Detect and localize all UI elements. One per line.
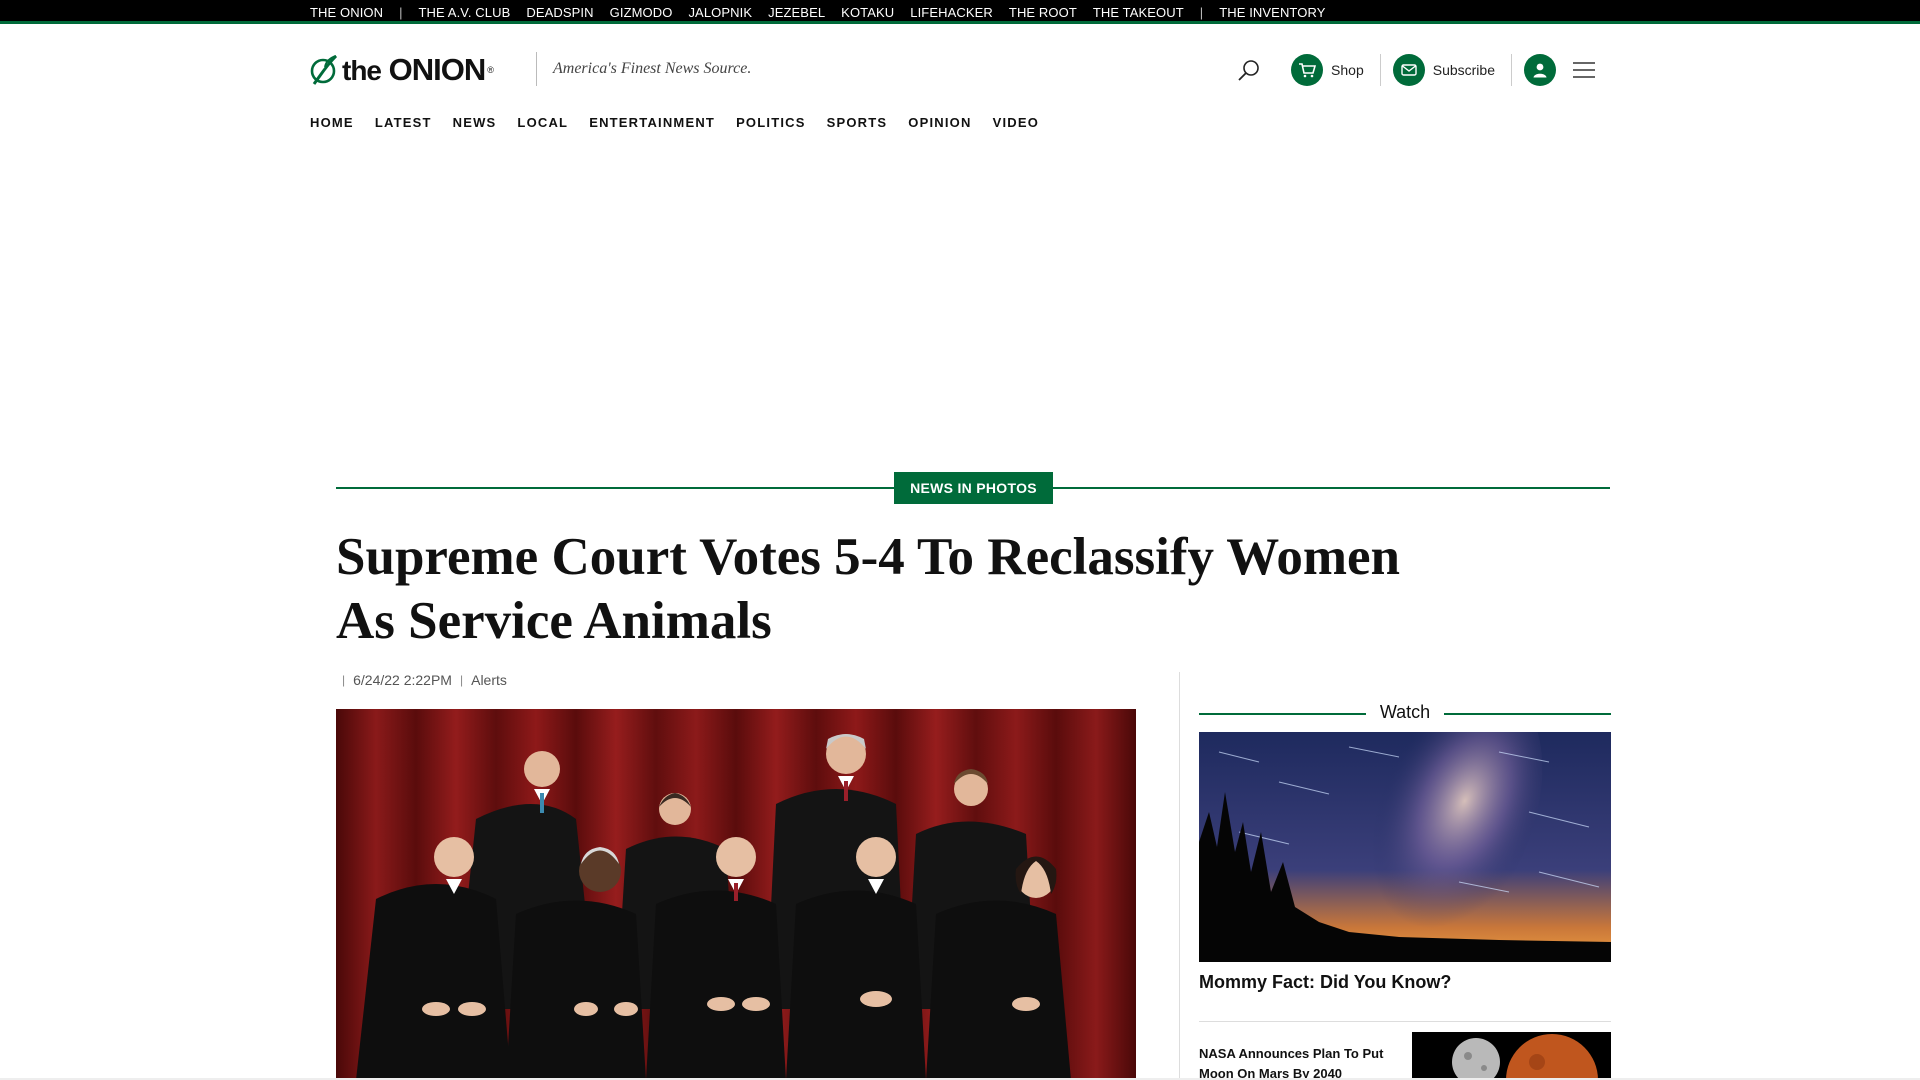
logo-onion: ONION [388,52,487,87]
sidebar-divider [1199,1021,1611,1022]
header-actions: Shop Subscribe [1231,52,1600,88]
hamburger-icon [1573,62,1595,78]
nav-item-sports[interactable]: SPORTS [827,115,888,130]
moon-mars-image [1412,1032,1611,1080]
nav-item-opinion[interactable]: OPINION [908,115,971,130]
leaf-logo-icon [310,54,338,85]
nav-item-local[interactable]: LOCAL [517,115,568,130]
watch-video-thumbnail[interactable] [1199,732,1611,962]
article-main-image [336,709,1136,1080]
shop-label: Shop [1331,62,1364,78]
logo-wordmark: the ONION [342,52,487,88]
network-bar: THE ONION | THE A.V. CLUB DEADSPIN GIZMO… [0,0,1920,24]
header-divider [1511,54,1512,86]
section-nav: HOME LATEST NEWS LOCAL ENTERTAINMENT POL… [310,115,1060,130]
site-header: the ONION ® America's Finest News Source… [310,48,1600,92]
network-link-jezebel[interactable]: JEZEBEL [768,5,825,20]
cart-icon [1299,63,1317,78]
nav-item-politics[interactable]: POLITICS [736,115,806,130]
shop-button[interactable]: Shop [1291,54,1364,86]
article-tag[interactable]: Alerts [471,672,507,688]
network-bar-links: THE ONION | THE A.V. CLUB DEADSPIN GIZMO… [310,0,1341,24]
meta-pipe: | [459,673,464,687]
milky-way-image [1199,732,1611,962]
column-divider [1179,672,1180,1080]
sidebar-story-title[interactable]: NASA Announces Plan To Put Moon On Mars … [1199,1044,1399,1080]
network-link-av-club[interactable]: THE A.V. CLUB [419,5,511,20]
network-link-deadspin[interactable]: DEADSPIN [526,5,593,20]
menu-button[interactable] [1568,54,1600,86]
search-button[interactable] [1231,52,1267,88]
network-link-lifehacker[interactable]: LIFEHACKER [910,5,993,20]
network-separator: | [399,4,403,20]
nav-item-latest[interactable]: LATEST [375,115,432,130]
category-divider: NEWS IN PHOTOS [336,472,1610,504]
subscribe-label: Subscribe [1432,62,1495,78]
network-link-the-inventory[interactable]: THE INVENTORY [1219,5,1325,20]
network-link-kotaku[interactable]: KOTAKU [841,5,894,20]
network-link-the-root[interactable]: THE ROOT [1009,5,1077,20]
mail-icon [1401,64,1417,76]
nav-item-video[interactable]: VIDEO [993,115,1039,130]
category-tag[interactable]: NEWS IN PHOTOS [894,472,1053,504]
network-link-jalopnik[interactable]: JALOPNIK [688,5,752,20]
cart-icon-wrap [1291,54,1324,86]
search-icon [1238,60,1259,81]
article-timestamp[interactable]: 6/24/22 2:22PM [353,672,452,688]
user-icon [1533,63,1547,78]
watch-caption[interactable]: Mommy Fact: Did You Know? [1199,972,1451,993]
logo-divider [536,52,537,86]
account-button[interactable] [1524,54,1556,86]
article-meta: | 6/24/22 2:22PM | Alerts [342,672,507,688]
nav-item-home[interactable]: HOME [310,115,354,130]
watch-section-header: Watch [1199,702,1611,726]
site-tagline: America's Finest News Source. [553,60,752,77]
nav-item-entertainment[interactable]: ENTERTAINMENT [589,115,715,130]
article-headline: Supreme Court Votes 5-4 To Reclassify Wo… [336,528,1400,650]
logo-the: the [342,55,382,86]
network-link-the-onion[interactable]: THE ONION [310,5,383,20]
network-link-the-takeout[interactable]: THE TAKEOUT [1093,5,1184,20]
network-separator: | [1199,4,1204,20]
header-divider [1379,54,1381,86]
logo-registered-mark: ® [487,65,494,75]
subscribe-button[interactable]: Subscribe [1392,54,1495,86]
watch-title: Watch [1379,702,1431,722]
network-link-gizmodo[interactable]: GIZMODO [610,5,673,20]
site-logo[interactable]: the ONION ® [310,48,494,92]
justices-photo [336,709,1136,1080]
sidebar-story-thumbnail[interactable] [1412,1032,1611,1080]
meta-pipe: | [342,673,346,687]
nav-item-news[interactable]: NEWS [453,115,497,130]
mail-icon-wrap [1392,54,1425,86]
